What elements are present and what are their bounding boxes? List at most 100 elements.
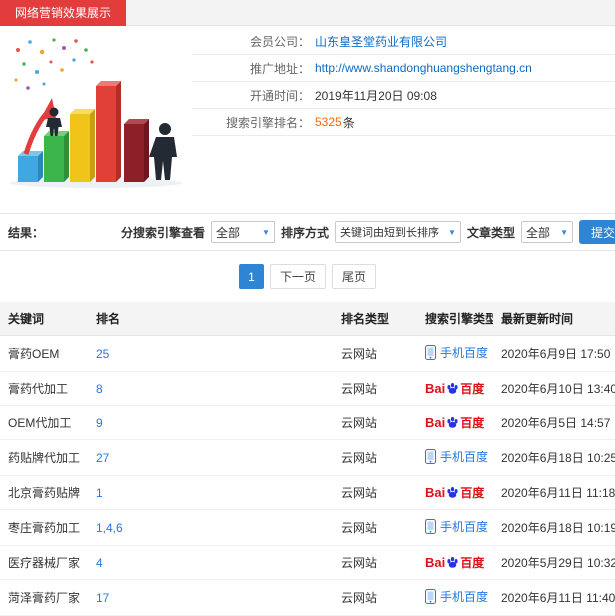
chevron-down-icon: ▼ [560, 227, 568, 237]
engine-cell: 手机百度 [417, 335, 493, 372]
keyword-cell: 膏药OEM [0, 335, 88, 372]
engine-rank-count: 5325 [315, 115, 342, 129]
header-updated: 最新更新时间 [493, 302, 615, 336]
company-link[interactable]: 山东皇圣堂药业有限公司 [315, 33, 447, 50]
rank-cell[interactable]: 1 [88, 475, 333, 510]
rank-cell[interactable]: 4 [88, 545, 333, 580]
mobile-baidu-badge: 手机百度 [425, 448, 488, 465]
next-page-button[interactable]: 下一页 [269, 264, 326, 289]
page-title-tab: 网络营销效果展示 [0, 0, 127, 26]
chevron-down-icon: ▼ [448, 227, 456, 237]
rank-type-cell: 云网站 [333, 335, 417, 372]
rank-type-cell: 云网站 [333, 371, 417, 406]
sort-order-value: 关键词由短到长排序 [339, 227, 439, 239]
updated-cell: 2020年6月18日 10:19 [493, 509, 615, 546]
rank-cell[interactable]: 25 [88, 335, 333, 372]
mobile-baidu-label: 手机百度 [440, 520, 489, 534]
bar-yellow [70, 109, 95, 182]
baidu-paw-icon [447, 486, 458, 498]
rank-cell[interactable]: 8 [88, 371, 333, 406]
table-row: 膏药OEM 25 云网站 手机百度 2020年6月9日 17:50 [0, 335, 615, 372]
baidu-logo-cjk: 百度 [460, 382, 485, 396]
page-button-current[interactable]: 1 [238, 264, 264, 289]
bar-red [96, 81, 121, 182]
keyword-cell: 药贴牌代加工 [0, 439, 88, 476]
header-rank: 排名 [88, 302, 333, 336]
info-row-open-time: 开通时间： 2019年11月20日 09:08 [192, 82, 615, 109]
bar-maroon [124, 119, 149, 182]
baidu-logo-cjk: 百度 [460, 556, 485, 570]
baidu-paw-icon [447, 382, 458, 394]
table-header-row: 关键词 排名 排名类型 搜索引擎类型 最新更新时间 [0, 302, 615, 336]
baidu-logo-text: Bai [425, 381, 446, 396]
last-page-button[interactable]: 尾页 [332, 264, 377, 289]
filter-group: 分搜索引擎查看 全部 ▼ 排序方式 关键词由短到长排序 ▼ 文章类型 全部 ▼ … [121, 220, 615, 244]
mobile-phone-icon [425, 589, 436, 604]
baidu-logo-badge: Bai 百度 [425, 414, 484, 431]
marketing-bars-illustration [10, 38, 182, 188]
engine-cell: 手机百度 [417, 509, 493, 546]
submit-button[interactable]: 提交 [578, 220, 615, 244]
table-row: 药贴牌代加工 27 云网站 手机百度 2020年6月18日 10:25 [0, 439, 615, 476]
result-label: 结果： [8, 225, 45, 240]
mobile-phone-icon [425, 519, 436, 534]
article-type-select[interactable]: 全部 ▼ [520, 221, 573, 243]
updated-cell: 2020年6月18日 10:25 [493, 439, 615, 476]
baidu-logo-cjk: 百度 [460, 416, 485, 430]
engine-filter-value: 全部 [215, 225, 240, 240]
table-row: 枣庄膏药加工 1,4,6 云网站 手机百度 2020年6月18日 10:19 [0, 509, 615, 546]
open-time-value: 2019年11月20日 09:08 [315, 88, 437, 103]
sort-label: 排序方式 [280, 225, 329, 240]
mobile-phone-icon [425, 449, 436, 464]
bar-green [44, 131, 69, 182]
mobile-baidu-badge: 手机百度 [425, 588, 488, 605]
bar-blue [18, 151, 43, 182]
promo-url-link[interactable]: http://www.shandonghuangshengtang.cn [315, 61, 532, 75]
updated-cell: 2020年6月11日 11:18 [493, 475, 615, 510]
engine-rank-unit: 条 [342, 115, 355, 130]
article-type-label: 文章类型 [466, 225, 515, 240]
results-table-body: 膏药OEM 25 云网站 手机百度 2020年6月9日 17:50 膏药代加工 … [0, 335, 615, 616]
rank-cell[interactable]: 9 [88, 405, 333, 440]
updated-cell: 2020年6月5日 14:57 [493, 405, 615, 440]
engine-cell: Bai 百度 [417, 475, 493, 510]
top-bar: 网络营销效果展示 [0, 0, 615, 26]
baidu-logo-badge: Bai 百度 [425, 554, 484, 571]
table-row: 北京膏药贴牌 1 云网站 Bai 百度 2020年6月11日 11:18 [0, 475, 615, 510]
baidu-logo-text: Bai [425, 555, 446, 570]
mobile-phone-icon [425, 345, 436, 360]
info-row-company: 会员公司： 山东皇圣堂药业有限公司 [192, 28, 615, 55]
confetti-dots [14, 38, 94, 90]
keyword-cell: OEM代加工 [0, 405, 88, 440]
rank-cell[interactable]: 27 [88, 439, 333, 476]
mobile-baidu-label: 手机百度 [440, 450, 489, 464]
engine-cell: Bai 百度 [417, 371, 493, 406]
pagination: 1 下一页 尾页 [0, 264, 615, 289]
engine-view-label: 分搜索引擎查看 [120, 225, 205, 240]
baidu-paw-icon [447, 556, 458, 568]
promo-url-label: 推广地址： [249, 61, 310, 76]
keyword-cell: 北京膏药贴牌 [0, 475, 88, 510]
info-row-engine-rank: 搜索引擎排名： 5325 条 [192, 109, 615, 136]
rank-cell[interactable]: 1,4,6 [88, 509, 333, 546]
updated-cell: 2020年5月29日 10:32 [493, 545, 615, 580]
rank-type-cell: 云网站 [333, 439, 417, 476]
filter-bar: 结果： 分搜索引擎查看 全部 ▼ 排序方式 关键词由短到长排序 ▼ 文章类型 全… [0, 213, 615, 251]
chevron-down-icon: ▼ [262, 227, 270, 237]
results-table: 关键词 排名 排名类型 搜索引擎类型 最新更新时间 膏药OEM 25 云网站 手… [0, 302, 615, 616]
info-panel: 会员公司： 山东皇圣堂药业有限公司 推广地址： http://www.shand… [0, 26, 615, 193]
mobile-baidu-label: 手机百度 [440, 346, 489, 360]
sort-order-select[interactable]: 关键词由短到长排序 ▼ [334, 221, 461, 243]
engine-filter-select[interactable]: 全部 ▼ [210, 221, 275, 243]
info-row-url: 推广地址： http://www.shandonghuangshengtang.… [192, 55, 615, 82]
keyword-cell: 菏泽膏药厂家 [0, 579, 88, 616]
baidu-logo-text: Bai [425, 485, 446, 500]
rank-cell[interactable]: 17 [88, 579, 333, 616]
rank-type-cell: 云网站 [333, 545, 417, 580]
baidu-logo-badge: Bai 百度 [425, 380, 484, 397]
baidu-paw-icon [447, 416, 458, 428]
businessman-right [149, 123, 177, 180]
engine-cell: Bai 百度 [417, 545, 493, 580]
engine-rank-label: 搜索引擎排名： [225, 115, 310, 130]
